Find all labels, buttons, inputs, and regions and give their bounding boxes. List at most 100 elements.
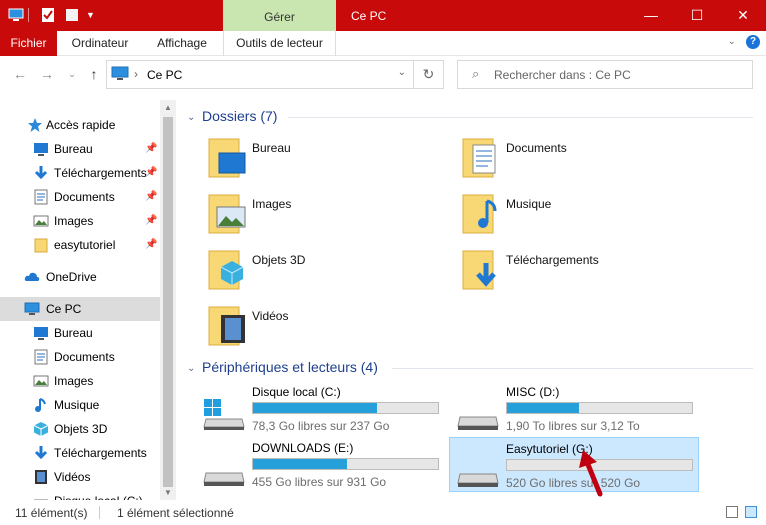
desktop-icon: [34, 327, 48, 340]
drive-usage-bar: [506, 402, 693, 414]
drive-e[interactable]: DOWNLOADS (E:) 455 Go libres sur 931 Go: [198, 437, 448, 492]
nav-scrollbar-thumb[interactable]: [163, 117, 173, 487]
desktop-folder-icon: [208, 138, 246, 178]
customize-quick-access-icon[interactable]: ▼: [86, 10, 95, 20]
folder-icon: [34, 238, 48, 253]
sidebar-item-music[interactable]: Musique: [0, 393, 160, 417]
search-input[interactable]: [494, 61, 744, 88]
tab-drive-tools[interactable]: Outils de lecteur: [223, 31, 336, 56]
drive-free-space: 520 Go libres sur 520 Go: [506, 476, 641, 490]
up-button[interactable]: ↑: [84, 63, 104, 85]
drive-name: DOWNLOADS (E:): [252, 441, 354, 455]
pin-icon: 📌: [145, 191, 158, 202]
scroll-up-icon[interactable]: ▲: [160, 101, 176, 115]
status-selection: 1 élément sélectionné: [117, 506, 234, 520]
sidebar-item-documents-pinned[interactable]: Documents 📌: [0, 185, 160, 209]
sidebar-item-onedrive[interactable]: OneDrive: [0, 265, 160, 289]
folder-documents[interactable]: Documents: [506, 141, 567, 155]
folder-downloads[interactable]: Téléchargements: [506, 253, 599, 267]
sidebar-item-images-pinned[interactable]: Images 📌: [0, 209, 160, 233]
star-icon: [28, 118, 42, 132]
window-title: Ce PC: [351, 9, 387, 23]
status-divider: [99, 506, 100, 519]
drive-usage-fill: [253, 403, 377, 413]
search-icon: ⌕: [472, 66, 480, 81]
folder-videos[interactable]: Vidéos: [252, 309, 288, 323]
drive-icon: [203, 472, 245, 486]
videos-folder-icon: [208, 306, 245, 346]
maximize-button[interactable]: ☐: [674, 0, 720, 31]
folder-3d-objects[interactable]: Objets 3D: [252, 253, 305, 267]
image-icon: [33, 375, 49, 387]
document-icon: [34, 189, 48, 205]
forward-button[interactable]: →: [37, 63, 57, 85]
breadcrumb-separator-icon: ›: [134, 67, 138, 81]
drive-usage-fill: [507, 403, 580, 413]
back-button[interactable]: ←: [10, 63, 30, 85]
tab-file[interactable]: Fichier: [0, 31, 57, 56]
pc-icon: [111, 66, 129, 80]
refresh-button[interactable]: ↻: [414, 60, 444, 89]
chevron-down-icon[interactable]: ⌄: [398, 67, 406, 78]
close-button[interactable]: ✕: [720, 0, 766, 31]
pin-icon: 📌: [145, 143, 158, 154]
section-divider: [288, 117, 753, 118]
pin-icon: 📌: [145, 215, 158, 226]
sidebar-item-desktop[interactable]: Bureau: [0, 321, 160, 345]
new-folder-icon[interactable]: [64, 7, 80, 23]
drive-g[interactable]: Easytutoriel (G:) 520 Go libres sur 520 …: [449, 437, 699, 492]
minimize-button[interactable]: —: [628, 0, 674, 31]
pin-icon: 📌: [145, 239, 158, 250]
download-icon: [34, 166, 48, 180]
drive-usage-fill: [253, 459, 348, 469]
cube-icon: [33, 422, 49, 436]
scroll-down-icon[interactable]: ▼: [160, 486, 176, 500]
expand-ribbon-icon[interactable]: ⌄: [728, 36, 736, 47]
drive-free-space: 455 Go libres sur 931 Go: [252, 475, 387, 489]
sidebar-item-3d-objects[interactable]: Objets 3D: [0, 417, 160, 441]
drive-icon: [34, 499, 48, 500]
pc-icon: [24, 302, 40, 315]
navigation-pane: Accès rapide Bureau 📌 Téléchargements 📌 …: [0, 100, 176, 500]
sidebar-item-downloads-pinned[interactable]: Téléchargements 📌: [0, 161, 160, 185]
folder-images[interactable]: Images: [252, 197, 291, 211]
sidebar-item-this-pc[interactable]: Ce PC: [0, 297, 160, 321]
address-bar[interactable]: › Ce PC ⌄: [106, 60, 414, 89]
drive-c[interactable]: Disque local (C:) 78,3 Go libres sur 237…: [198, 381, 448, 436]
context-tab-manage[interactable]: Gérer: [223, 0, 336, 31]
cloud-icon: [24, 272, 40, 281]
tab-computer[interactable]: Ordinateur: [57, 31, 143, 56]
sidebar-item-quick-access[interactable]: Accès rapide: [0, 113, 160, 137]
recent-locations-icon[interactable]: ⌄: [62, 63, 82, 85]
status-bar: 11 élément(s) 1 élément sélectionné: [0, 500, 766, 525]
sidebar-item-desktop-pinned[interactable]: Bureau 📌: [0, 137, 160, 161]
video-icon: [35, 470, 47, 484]
tab-view[interactable]: Affichage: [143, 31, 221, 56]
sidebar-item-videos[interactable]: Vidéos: [0, 465, 160, 489]
sidebar-item-images[interactable]: Images: [0, 369, 160, 393]
help-icon[interactable]: ?: [746, 35, 760, 49]
sidebar-item-easytutoriel[interactable]: easytutoriel 📌: [0, 233, 160, 257]
details-view-icon[interactable]: [726, 506, 738, 518]
drive-d[interactable]: MISC (D:) 1,90 To libres sur 3,12 To: [452, 381, 702, 436]
sidebar-item-local-disk-c[interactable]: Disque local (C:): [0, 489, 160, 500]
windows-drive-icon: [203, 399, 245, 430]
sidebar-item-downloads[interactable]: Téléchargements: [0, 441, 160, 465]
breadcrumb[interactable]: Ce PC: [147, 68, 182, 82]
section-header-folders[interactable]: Dossiers (7): [202, 108, 277, 124]
drive-icon: [457, 416, 499, 430]
download-icon: [34, 446, 48, 460]
quick-access-divider: [28, 8, 29, 22]
tiles-view-icon[interactable]: [745, 506, 757, 518]
folder-desktop[interactable]: Bureau: [252, 141, 291, 155]
status-item-count: 11 élément(s): [15, 506, 88, 520]
document-icon: [34, 349, 48, 365]
folder-music[interactable]: Musique: [506, 197, 551, 211]
properties-icon[interactable]: [40, 7, 56, 23]
annotation-arrow-icon: [579, 450, 603, 497]
collapse-devices-icon[interactable]: ⌄: [187, 363, 195, 374]
collapse-folders-icon[interactable]: ⌄: [187, 112, 195, 123]
sidebar-item-documents[interactable]: Documents: [0, 345, 160, 369]
section-header-devices[interactable]: Périphériques et lecteurs (4): [202, 359, 378, 375]
search-box[interactable]: ⌕: [457, 60, 753, 89]
